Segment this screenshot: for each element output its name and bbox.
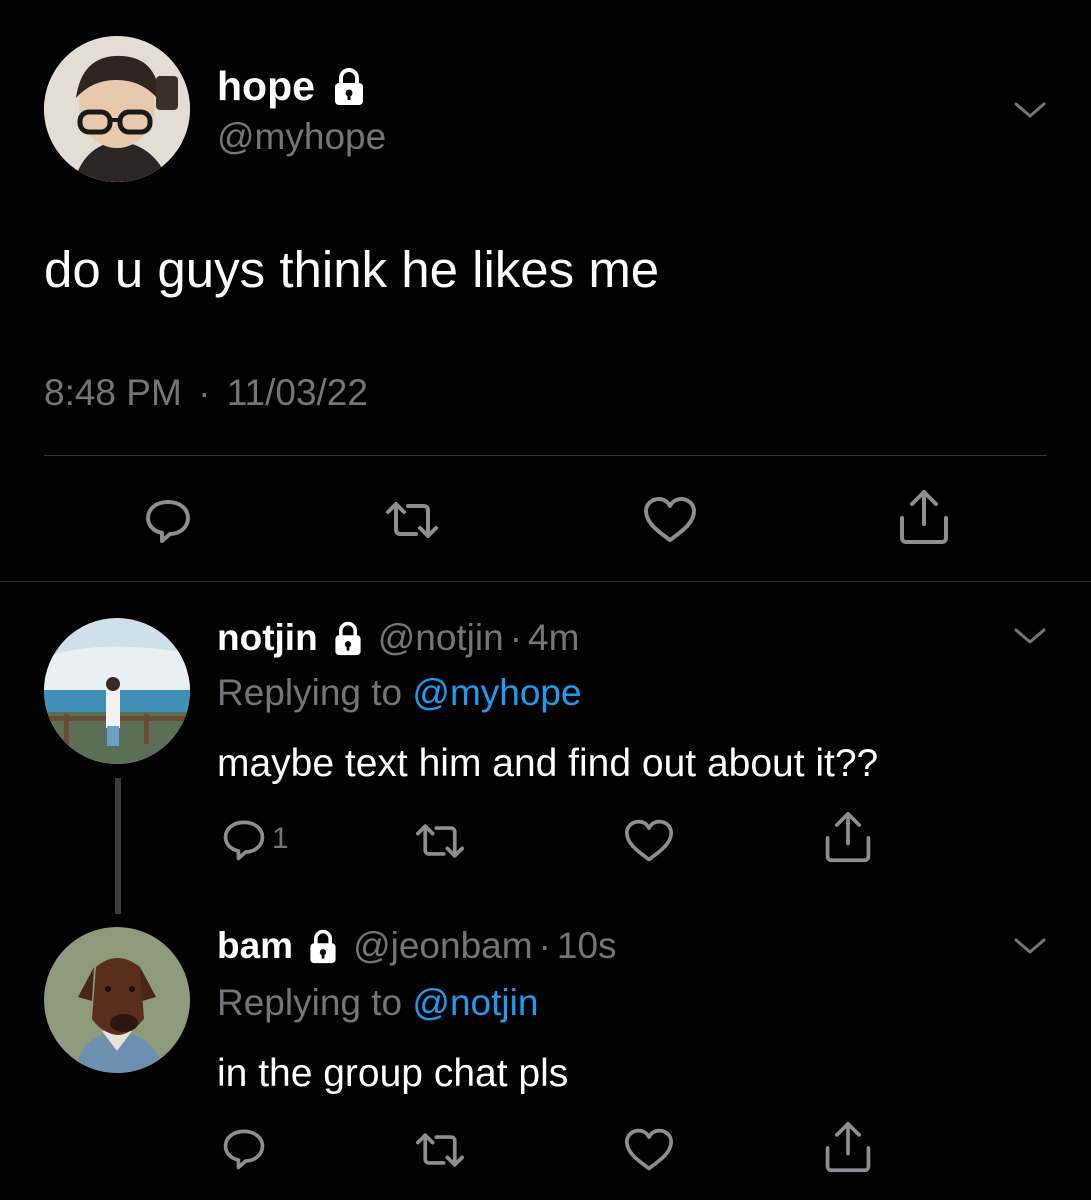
replying-to: Replying to @myhope: [217, 672, 582, 714]
lock-icon: [330, 620, 366, 656]
lock-icon: [329, 66, 369, 106]
date: 11/03/22: [226, 372, 368, 413]
avatar-hope[interactable]: [44, 36, 190, 182]
replying-to-link[interactable]: @notjin: [412, 982, 538, 1023]
separator: ·: [198, 372, 211, 413]
handle[interactable]: @jeonbam: [353, 925, 533, 967]
thread-connector: [115, 778, 121, 914]
reply-text: in the group chat pls: [217, 1052, 569, 1095]
replying-label: Replying to: [217, 672, 403, 713]
replying-to-link[interactable]: @myhope: [412, 672, 581, 713]
like-icon[interactable]: [623, 817, 675, 865]
chevron-down-icon[interactable]: [1010, 98, 1050, 122]
like-icon[interactable]: [642, 494, 698, 546]
separator: ·: [538, 925, 551, 966]
handle[interactable]: @myhope: [217, 116, 386, 158]
reply-icon[interactable]: [142, 494, 194, 546]
retweet-icon[interactable]: [414, 817, 466, 865]
reply-icon[interactable]: [220, 815, 268, 863]
replying-to: Replying to @notjin: [217, 982, 538, 1024]
avatar-notjin[interactable]: [44, 618, 190, 764]
time: 8:48 PM: [44, 372, 182, 413]
separator: ·: [509, 617, 523, 658]
retweet-icon[interactable]: [384, 494, 440, 546]
timestamp: 10s: [556, 925, 617, 966]
retweet-icon[interactable]: [414, 1126, 466, 1174]
avatar-bam[interactable]: [44, 927, 190, 1073]
chevron-down-icon[interactable]: [1010, 624, 1050, 648]
reply-icon[interactable]: [220, 1124, 268, 1172]
reply-text: maybe text him and find out about it??: [217, 742, 879, 785]
chevron-down-icon[interactable]: [1010, 934, 1050, 958]
display-name[interactable]: hope: [217, 63, 315, 110]
share-icon[interactable]: [822, 810, 874, 864]
divider: [44, 455, 1047, 456]
share-icon[interactable]: [896, 488, 952, 546]
reply-header: bam @jeonbam · 10s: [217, 922, 617, 970]
replying-label: Replying to: [217, 982, 403, 1023]
share-icon[interactable]: [822, 1120, 874, 1174]
lock-icon: [305, 928, 341, 964]
display-name-row: hope: [217, 60, 369, 112]
display-name[interactable]: bam: [217, 925, 293, 967]
tweet-text: do u guys think he likes me: [44, 241, 660, 298]
handle[interactable]: @notjin: [378, 617, 504, 659]
like-icon[interactable]: [623, 1126, 675, 1174]
display-name[interactable]: notjin: [217, 617, 318, 659]
timestamp: 4m: [528, 617, 580, 658]
reply-action[interactable]: 1: [220, 815, 289, 863]
tweet-timestamp: 8:48 PM · 11/03/22: [44, 372, 368, 414]
reply-header: notjin @notjin · 4m: [217, 614, 579, 662]
section-divider: [0, 581, 1091, 582]
reply-count: 1: [272, 822, 289, 855]
